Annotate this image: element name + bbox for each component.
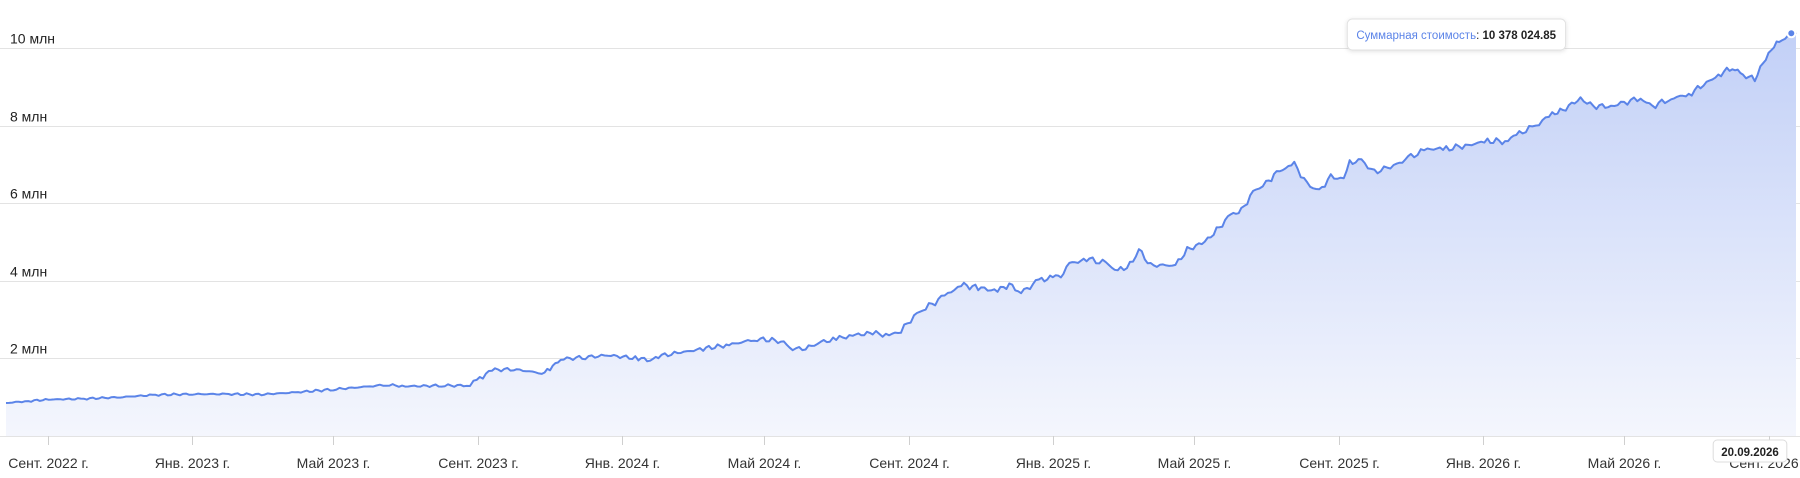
tooltip-series-label: Суммарная стоимость [1356,30,1476,42]
x-tick-label: Сент. 2025 г. [1299,455,1380,471]
y-tick-label: 8 млн [10,109,47,125]
y-tick-label: 4 млн [10,264,47,280]
tooltip-text: Суммарная стоимость: 10 378 024.85 [1356,30,1556,42]
portfolio-value-chart[interactable]: 02 млн4 млн6 млн8 млн10 млн Сент. 2022 г… [0,0,1800,478]
y-axis-labels: 02 млн4 млн6 млн8 млн10 млн [10,31,55,435]
x-tick-label: Май 2025 г. [1158,455,1232,471]
value-area-fill [6,32,1796,436]
y-tick-label: 2 млн [10,341,47,357]
tooltip-value: 10 378 024.85 [1482,30,1556,42]
x-tick-label: Сент. 2023 г. [438,455,519,471]
x-tick-label: Янв. 2024 г. [585,455,660,471]
x-tick-label: Сент. 2024 г. [869,455,950,471]
x-axis-labels: Сент. 2022 г. Янв. 2023 г. Май 2023 г. Сент… [8,455,1800,471]
x-tick-label: Янв. 2025 г. [1016,455,1091,471]
crosshair-date-label: 20.09.2026 [1721,447,1779,459]
x-tick-label: Май 2023 г. [297,455,371,471]
crosshair [1786,28,1797,39]
x-tick-label: Сент. 2022 г. [8,455,89,471]
x-axis-ticks [48,436,1770,445]
x-tick-label: Янв. 2023 г. [155,455,230,471]
crosshair-date-badge: 20.09.2026 [1712,439,1788,463]
x-tick-label: Май 2024 г. [728,455,802,471]
y-tick-label: 6 млн [10,186,47,202]
y-tick-label: 10 млн [10,31,55,47]
x-tick-label: Янв. 2026 г. [1446,455,1521,471]
hover-point [1786,28,1797,39]
x-tick-label: Май 2026 г. [1588,455,1662,471]
value-tooltip: Суммарная стоимость: 10 378 024.85 [1346,18,1567,51]
